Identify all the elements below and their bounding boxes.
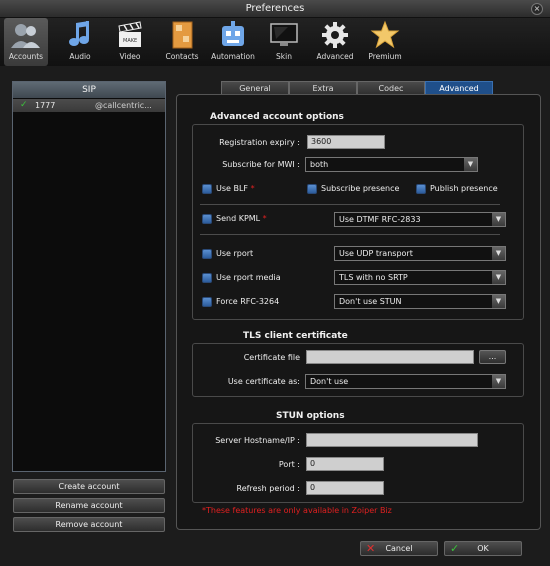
dtmf-value: Use DTMF RFC-2833 <box>339 215 421 224</box>
toolbar-audio[interactable]: Audio <box>58 18 102 66</box>
tab-extra[interactable]: Extra <box>289 81 357 95</box>
ok-button[interactable]: ✓ OK <box>444 541 522 556</box>
toolbar-label: Automation <box>211 52 255 61</box>
publish-presence-label: Publish presence <box>430 184 498 193</box>
close-icon[interactable]: × <box>531 3 543 15</box>
stun-use-select[interactable]: Don't use STUN ▼ <box>334 294 506 309</box>
title-bar: Preferences × <box>0 0 550 18</box>
accounts-list-panel: SIP ✓ 1777 @callcentric... <box>12 81 166 472</box>
gear-icon <box>322 22 348 48</box>
toolbar-label: Advanced <box>316 52 354 61</box>
advanced-options-title: Advanced account options <box>210 112 344 122</box>
refresh-period-input[interactable]: 0 <box>306 481 384 495</box>
server-hostname-label: Server Hostname/IP : <box>215 436 300 445</box>
chevron-down-icon: ▼ <box>464 158 477 171</box>
star-icon <box>370 20 400 49</box>
force-rfc-checkbox[interactable] <box>202 297 212 307</box>
music-note-icon <box>69 21 89 46</box>
use-certificate-value: Don't use <box>310 377 349 386</box>
certificate-file-label: Certificate file <box>243 353 300 362</box>
sip-header: SIP <box>13 82 165 98</box>
use-rport-media-checkbox[interactable] <box>202 273 212 283</box>
port-input[interactable]: 0 <box>306 457 384 471</box>
use-rport-label: Use rport <box>216 249 254 258</box>
separator <box>200 234 500 235</box>
check-icon: ✓ <box>20 100 28 110</box>
toolbar-label: Skin <box>276 52 292 61</box>
toolbar-label: Audio <box>69 52 91 61</box>
subscribe-presence-checkbox[interactable] <box>307 184 317 194</box>
toolbar-skin[interactable]: Skin <box>262 18 306 66</box>
toolbar-label: Contacts <box>165 52 199 61</box>
port-label: Port : <box>278 460 300 469</box>
separator <box>200 204 500 205</box>
chevron-down-icon: ▼ <box>492 247 505 260</box>
cancel-x-icon: ✕ <box>366 542 376 555</box>
tls-certificate-title: TLS client certificate <box>243 331 348 341</box>
use-certificate-label: Use certificate as: <box>227 377 300 386</box>
subscribe-mwi-select[interactable]: both ▼ <box>305 157 478 172</box>
refresh-period-label: Refresh period : <box>236 484 300 493</box>
browse-button[interactable]: ... <box>479 350 506 364</box>
registration-expiry-label: Registration expiry : <box>219 138 300 147</box>
create-account-button[interactable]: Create account <box>13 479 165 494</box>
remove-account-button[interactable]: Remove account <box>13 517 165 532</box>
use-blf-checkbox[interactable] <box>202 184 212 194</box>
biz-features-note: *These features are only available in Zo… <box>202 506 392 515</box>
tab-general[interactable]: General <box>221 81 289 95</box>
chevron-down-icon: ▼ <box>492 271 505 284</box>
toolbar-accounts[interactable]: Accounts <box>4 18 48 66</box>
clapperboard-icon: MAKE <box>118 21 142 47</box>
accounts-icon <box>11 24 40 48</box>
publish-presence-checkbox[interactable] <box>416 184 426 194</box>
force-rfc-label: Force RFC-3264 <box>216 297 280 306</box>
toolbar-premium[interactable]: Premium <box>362 18 408 66</box>
toolbar-label: Accounts <box>8 52 44 61</box>
ok-check-icon: ✓ <box>450 542 460 555</box>
svg-text:MAKE: MAKE <box>123 38 137 44</box>
address-book-icon <box>172 21 193 49</box>
transport-value: Use UDP transport <box>339 249 413 258</box>
stun-options-title: STUN options <box>276 411 345 421</box>
monitor-icon <box>270 23 298 46</box>
cancel-button[interactable]: ✕ Cancel <box>360 541 438 556</box>
robot-icon <box>222 21 244 46</box>
chevron-down-icon: ▼ <box>492 213 505 226</box>
transport-select[interactable]: Use UDP transport ▼ <box>334 246 506 261</box>
registration-expiry-input[interactable]: 3600 <box>307 135 385 149</box>
toolbar-label: Premium <box>368 52 402 61</box>
toolbar: Accounts Audio MAKE Video Contacts Autom… <box>0 18 550 66</box>
rename-account-button[interactable]: Rename account <box>13 498 165 513</box>
subscribe-mwi-label: Subscribe for MWI : <box>222 160 300 169</box>
window-title: Preferences <box>245 3 305 14</box>
tab-codec[interactable]: Codec <box>357 81 425 95</box>
account-row[interactable]: ✓ 1777 @callcentric... <box>13 99 165 112</box>
toolbar-label: Video <box>119 52 141 61</box>
certificate-file-input[interactable] <box>306 350 474 364</box>
send-kpml-checkbox[interactable] <box>202 214 212 224</box>
use-certificate-select[interactable]: Don't use ▼ <box>305 374 506 389</box>
toolbar-video[interactable]: MAKE Video <box>108 18 152 66</box>
chevron-down-icon: ▼ <box>492 375 505 388</box>
server-hostname-input[interactable] <box>306 433 478 447</box>
tls-srtp-select[interactable]: TLS with no SRTP ▼ <box>334 270 506 285</box>
ok-label: OK <box>477 544 489 553</box>
stun-use-value: Don't use STUN <box>339 297 402 306</box>
tls-srtp-value: TLS with no SRTP <box>339 273 408 282</box>
use-rport-checkbox[interactable] <box>202 249 212 259</box>
toolbar-automation[interactable]: Automation <box>208 18 258 66</box>
subscribe-mwi-value: both <box>310 160 329 169</box>
use-rport-media-label: Use rport media <box>216 273 281 282</box>
subscribe-presence-label: Subscribe presence <box>321 184 400 193</box>
dtmf-select[interactable]: Use DTMF RFC-2833 ▼ <box>334 212 506 227</box>
use-blf-label: Use BLF * <box>216 184 255 193</box>
tab-advanced[interactable]: Advanced <box>425 81 493 95</box>
chevron-down-icon: ▼ <box>492 295 505 308</box>
cancel-label: Cancel <box>385 544 413 553</box>
account-domain: @callcentric... <box>95 101 152 110</box>
send-kpml-label: Send KPML * <box>216 214 267 223</box>
toolbar-advanced[interactable]: Advanced <box>312 18 358 66</box>
account-name: 1777 <box>35 101 56 110</box>
toolbar-contacts[interactable]: Contacts <box>160 18 204 66</box>
